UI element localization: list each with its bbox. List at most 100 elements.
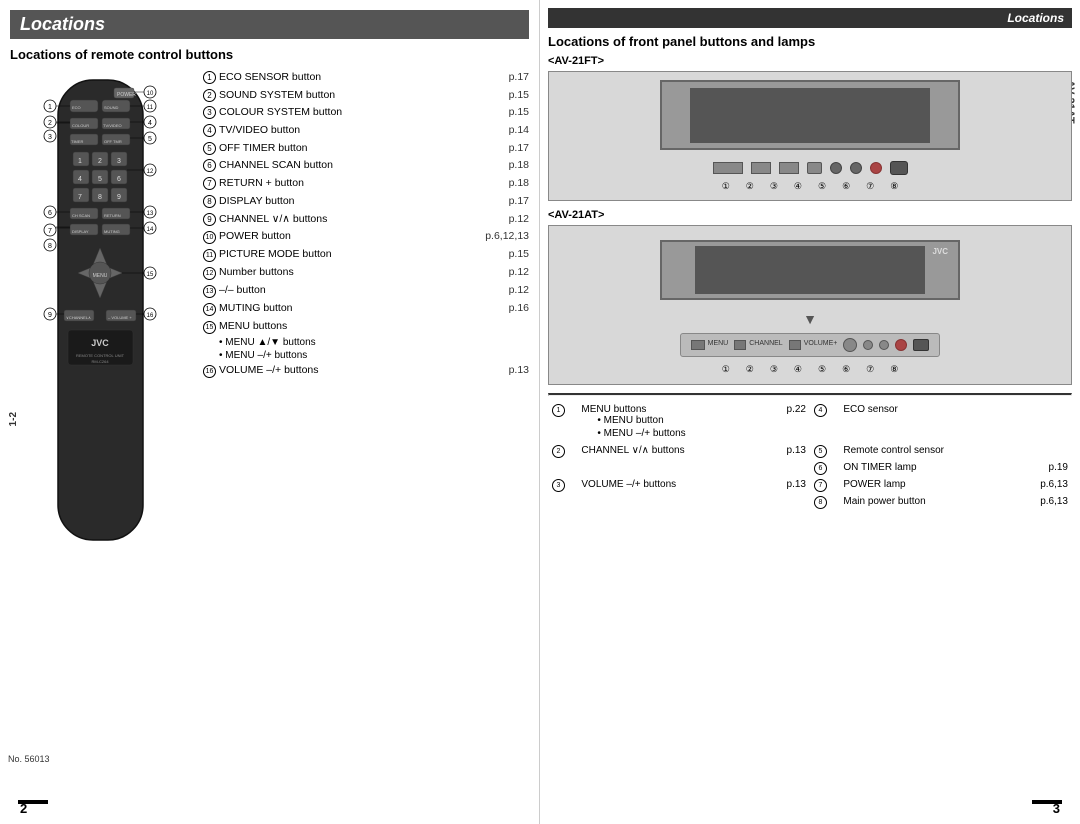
table-row: 1 MENU buttons • MENU button • MENU –/+ …	[548, 402, 1072, 443]
tv-at-buttons-row: MENU CHANNEL VOLUME+	[680, 333, 941, 357]
num-col-r: 7	[810, 477, 839, 494]
sub-item-15a: • MENU ▲/▼ buttons	[219, 337, 529, 348]
table-row: 3 VOLUME –/+ buttons p.13 7 POWER lamp p…	[548, 477, 1072, 494]
svg-text:5: 5	[148, 136, 152, 143]
at-num-7: ⑦	[866, 364, 874, 375]
svg-text:1: 1	[48, 104, 52, 111]
svg-text:1: 1	[78, 158, 82, 165]
model1-label: <AV-21FT>	[548, 55, 1072, 67]
item-num-5: 5	[203, 142, 216, 155]
tv-ft-btn2	[751, 162, 771, 174]
list-item: 7 RETURN + button p.18	[203, 176, 529, 191]
svg-text:JVC: JVC	[91, 338, 109, 348]
page-col-r	[1023, 402, 1072, 443]
item-num-11: 11	[203, 249, 216, 262]
num-col-r: 5	[810, 443, 839, 460]
tv-ft-btn4	[807, 162, 822, 174]
tv-at-menu-btn	[691, 340, 705, 350]
svg-text:6: 6	[117, 176, 121, 183]
item-num-7: 7	[203, 177, 216, 190]
svg-text:POWER: POWER	[117, 92, 136, 98]
sub-item-15b: • MENU –/+ buttons	[219, 350, 529, 361]
label-col: VOLUME –/+ buttons	[577, 477, 761, 494]
svg-text:3: 3	[48, 134, 52, 141]
page-num-left: 2	[20, 801, 27, 816]
item-num-1: 1	[203, 71, 216, 84]
table-row: 2 CHANNEL ∨/∧ buttons p.13 5 Remote cont…	[548, 443, 1072, 460]
ft-num-3: ③	[770, 181, 778, 192]
tv-at-circle1	[863, 340, 873, 350]
svg-text:2: 2	[48, 120, 52, 127]
label-col-r: ON TIMER lamp	[839, 460, 1023, 477]
table-row: 6 ON TIMER lamp p.19	[548, 460, 1072, 477]
svg-text:8: 8	[98, 194, 102, 201]
at-num-4: ④	[794, 364, 802, 375]
ft-num-2: ②	[746, 181, 754, 192]
label-col-r: ECO sensor	[839, 402, 1023, 443]
label-col-r: Main power button	[839, 494, 1023, 511]
table-row: 8 Main power button p.6,13	[548, 494, 1072, 511]
svg-text:3: 3	[117, 158, 121, 165]
svg-text:5: 5	[98, 176, 102, 183]
item-num-2: 2	[203, 89, 216, 102]
svg-text:7: 7	[48, 228, 52, 235]
svg-text:12: 12	[147, 169, 154, 175]
at-num-3: ③	[770, 364, 778, 375]
ft-num-8: ⑧	[890, 181, 898, 192]
tv-ft-btn7	[870, 162, 882, 174]
at-num-6: ⑥	[842, 364, 850, 375]
tv-ft-btn5	[830, 162, 842, 174]
list-item: 11 PICTURE MODE button p.15	[203, 247, 529, 262]
item-num-4: 4	[203, 124, 216, 137]
model2-label: <AV-21AT>	[548, 209, 1072, 221]
item-num-3: 3	[203, 106, 216, 119]
list-item: 10 POWER button p.6,12,13	[203, 229, 529, 244]
right-page-num: 3	[1053, 801, 1060, 816]
ft-num-4: ④	[794, 181, 802, 192]
svg-text:MENU: MENU	[93, 273, 108, 279]
list-item: 8 DISPLAY button p.17	[203, 194, 529, 209]
item-num-16: 16	[203, 365, 216, 378]
list-item: 9 CHANNEL ∨/∧ buttons p.12	[203, 212, 529, 227]
tv-ft-illustration: ① ② ③ ④ ⑤ ⑥ ⑦ ⑧	[548, 71, 1072, 201]
tv-ft-numbering: ① ② ③ ④ ⑤ ⑥ ⑦ ⑧	[722, 181, 899, 192]
list-item: 12 Number buttons p.12	[203, 265, 529, 280]
side-label: 1-2	[8, 412, 19, 426]
svg-text:RETURN: RETURN	[104, 213, 121, 218]
tv-ft-buttons	[713, 161, 908, 175]
svg-text:MUTING: MUTING	[104, 229, 120, 234]
list-item: 15 MENU buttons	[203, 319, 529, 334]
tv-at-power-lamp	[895, 339, 907, 351]
tv-ft-btn1	[713, 162, 743, 174]
remote-illustration: POWER ECO SOUND COLOUR TV/VIDEO TIMER OF…	[28, 70, 188, 563]
label-col: CHANNEL ∨/∧ buttons	[577, 443, 761, 460]
svg-text:REMOTE CONTROL UNIT: REMOTE CONTROL UNIT	[76, 353, 125, 358]
svg-text:14: 14	[147, 227, 154, 233]
left-panel: Locations Locations of remote control bu…	[0, 0, 540, 824]
tv-at-arrow: ▼	[803, 312, 817, 326]
left-content: POWER ECO SOUND COLOUR TV/VIDEO TIMER OF…	[28, 70, 529, 563]
tv-ft-btn6	[850, 162, 862, 174]
page-col-r: p.6,13	[1023, 477, 1072, 494]
page-col: p.13	[761, 443, 810, 460]
tv-at-ch-btn	[734, 340, 746, 350]
page-col-r	[1023, 443, 1072, 460]
list-item: 3 COLOUR SYSTEM button p.15	[203, 105, 529, 120]
at-num-1: ①	[722, 364, 730, 375]
num-col-r: 4	[810, 402, 839, 443]
button-list-area: 1 ECO SENSOR button p.17 2 SOUND SYSTEM …	[188, 70, 529, 563]
menu-label: MENU	[708, 340, 729, 350]
item-num-9: 9	[203, 213, 216, 226]
item-num-8: 8	[203, 195, 216, 208]
tv-at-exit-btn	[843, 338, 857, 352]
svg-text:∨CHANNEL∧: ∨CHANNEL∧	[66, 315, 91, 320]
num-col-r: 8	[810, 494, 839, 511]
svg-text:– VOLUME +: – VOLUME +	[108, 315, 132, 320]
ch-label: CHANNEL	[749, 340, 782, 350]
item-num-10: 10	[203, 231, 216, 244]
section-divider	[548, 393, 1072, 396]
at-num-8: ⑧	[890, 364, 898, 375]
subsection-title-left: Locations of remote control buttons	[10, 47, 529, 62]
item-num-13: 13	[203, 285, 216, 298]
list-item: 1 ECO SENSOR button p.17	[203, 70, 529, 85]
